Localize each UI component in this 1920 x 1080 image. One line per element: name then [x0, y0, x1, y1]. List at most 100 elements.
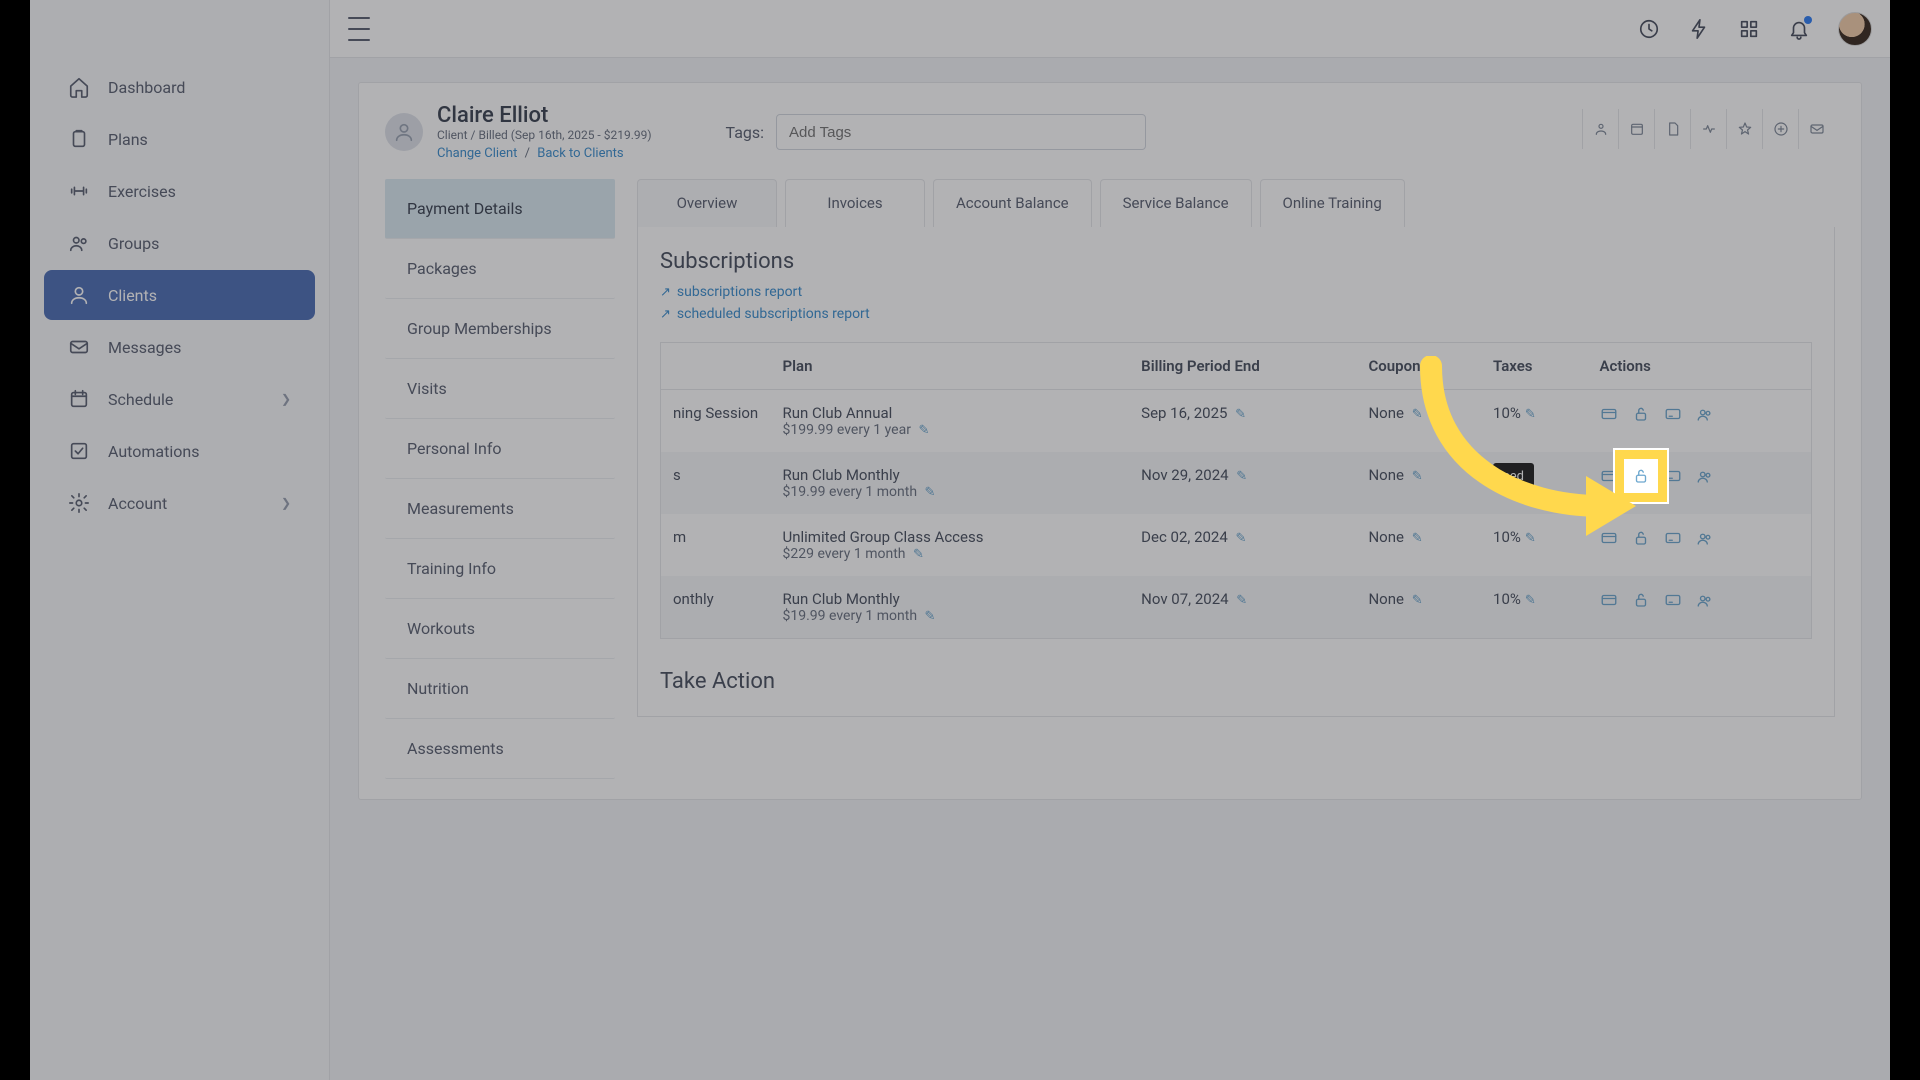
heart-action-icon[interactable] [1691, 109, 1727, 149]
sidebar-item-account[interactable]: Account ❯ [44, 478, 315, 528]
edit-bpe-icon[interactable]: ✎ [1235, 407, 1246, 422]
plan-price: $199.99 every 1 year [783, 422, 911, 438]
calendar-icon [68, 388, 90, 410]
tab-packages[interactable]: Packages [385, 239, 615, 299]
edit-tax-icon[interactable]: ✎ [1525, 531, 1536, 546]
unlock-icon[interactable] [1631, 466, 1651, 486]
table-row: ning Session Run Club Annual $199.99 eve… [661, 389, 1812, 452]
sidebar-item-label: Exercises [108, 182, 176, 201]
edit-tax-icon[interactable]: ✎ [1525, 407, 1536, 422]
sidebar-item-exercises[interactable]: Exercises [44, 166, 315, 216]
scheduled-subscriptions-report-link[interactable]: scheduled subscriptions report [677, 306, 870, 322]
subtab-invoices[interactable]: Invoices [785, 179, 925, 227]
edit-coupon-icon[interactable]: ✎ [1412, 407, 1423, 422]
sidebar-item-plans[interactable]: Plans [44, 114, 315, 164]
bell-icon[interactable] [1788, 18, 1810, 40]
document-action-icon[interactable] [1655, 109, 1691, 149]
subtab-overview[interactable]: Overview [637, 179, 777, 227]
tab-workouts[interactable]: Workouts [385, 599, 615, 659]
credit-card-icon[interactable] [1599, 466, 1619, 486]
tab-assessments[interactable]: Assessments [385, 719, 615, 779]
mail-action-icon[interactable] [1799, 109, 1835, 149]
tab-personal-info[interactable]: Personal Info [385, 419, 615, 479]
edit-plan-icon[interactable]: ✎ [925, 485, 936, 500]
edit-coupon-icon[interactable]: ✎ [1412, 531, 1423, 546]
plus-action-icon[interactable] [1763, 109, 1799, 149]
subtab-service-balance[interactable]: Service Balance [1100, 179, 1252, 227]
plan-name: Run Club Monthly [783, 466, 1118, 484]
client-right-panel: Overview Invoices Account Balance Servic… [637, 179, 1835, 779]
edit-coupon-icon[interactable]: ✎ [1412, 593, 1423, 608]
grid-icon[interactable] [1738, 18, 1760, 40]
table-row: s Run Club Monthly $19.99 every 1 month … [661, 452, 1812, 514]
home-icon [68, 76, 90, 98]
payment-subtabs: Overview Invoices Account Balance Servic… [637, 179, 1835, 227]
tags-input[interactable] [776, 114, 1146, 150]
star-action-icon[interactable] [1727, 109, 1763, 149]
sidebar-item-label: Clients [108, 286, 157, 305]
calendar-action-icon[interactable] [1619, 109, 1655, 149]
group-icon[interactable] [1695, 404, 1715, 424]
tax-value: 10% [1493, 404, 1521, 422]
coupon-value: None [1368, 466, 1404, 484]
tab-training-info[interactable]: Training Info [385, 539, 615, 599]
tab-measurements[interactable]: Measurements [385, 479, 615, 539]
sidebar-item-label: Dashboard [108, 78, 185, 97]
group-icon[interactable] [1695, 528, 1715, 548]
group-icon[interactable] [1695, 590, 1715, 610]
subscriptions-report-link[interactable]: subscriptions report [677, 284, 802, 300]
tax-value: 10% [1493, 528, 1521, 546]
sidebar-item-messages[interactable]: Messages [44, 322, 315, 372]
tab-nutrition[interactable]: Nutrition [385, 659, 615, 719]
client-card: Claire Elliot Client / Billed (Sep 16th,… [358, 82, 1862, 800]
credit-card-icon[interactable] [1599, 404, 1619, 424]
edit-plan-icon[interactable]: ✎ [913, 547, 924, 562]
user-action-icon[interactable] [1583, 109, 1619, 149]
back-to-clients-link[interactable]: Back to Clients [537, 146, 623, 161]
edit-tax-icon[interactable]: ✎ [1525, 593, 1536, 608]
user-avatar[interactable] [1838, 12, 1872, 46]
credit-card-icon[interactable] [1599, 590, 1619, 610]
bolt-icon[interactable] [1688, 18, 1710, 40]
edit-bpe-icon[interactable]: ✎ [1236, 593, 1247, 608]
billing-period-end: Sep 16, 2025 [1141, 404, 1227, 422]
tab-payment-details[interactable]: Payment Details [385, 179, 615, 239]
subtab-online-training[interactable]: Online Training [1260, 179, 1405, 227]
sidebar-item-automations[interactable]: Automations [44, 426, 315, 476]
sidebar-item-dashboard[interactable]: Dashboard [44, 62, 315, 112]
coupon-value: None [1368, 528, 1404, 546]
unlock-icon[interactable] [1631, 528, 1651, 548]
edit-plan-icon[interactable]: ✎ [925, 609, 936, 624]
sidebar-item-schedule[interactable]: Schedule ❯ [44, 374, 315, 424]
subtab-account-balance[interactable]: Account Balance [933, 179, 1092, 227]
menu-toggle-icon[interactable] [348, 17, 372, 41]
edit-coupon-icon[interactable]: ✎ [1412, 469, 1423, 484]
edit-plan-icon[interactable]: ✎ [918, 423, 929, 438]
client-avatar-placeholder [385, 113, 423, 151]
card-icon[interactable] [1663, 528, 1683, 548]
card-icon[interactable] [1663, 466, 1683, 486]
credit-card-icon[interactable] [1599, 528, 1619, 548]
sidebar-item-clients[interactable]: Clients [44, 270, 315, 320]
dumbbell-icon [68, 180, 90, 202]
row-left-fragment: s [661, 452, 771, 514]
group-icon[interactable] [1695, 466, 1715, 486]
clock-icon[interactable] [1638, 18, 1660, 40]
client-links: Change Client / Back to Clients [437, 146, 652, 161]
unlock-icon[interactable] [1631, 590, 1651, 610]
tab-visits[interactable]: Visits [385, 359, 615, 419]
card-icon[interactable] [1663, 404, 1683, 424]
edit-bpe-icon[interactable]: ✎ [1236, 531, 1247, 546]
users-icon [68, 232, 90, 254]
edit-bpe-icon[interactable]: ✎ [1236, 469, 1247, 484]
row-left-fragment: onthly [661, 576, 771, 639]
chevron-right-icon: ❯ [281, 496, 291, 510]
plan-name: Run Club Monthly [783, 590, 1118, 608]
tab-group-memberships[interactable]: Group Memberships [385, 299, 615, 359]
sidebar-item-groups[interactable]: Groups [44, 218, 315, 268]
topbar [330, 0, 1890, 58]
unlock-icon[interactable] [1631, 404, 1651, 424]
change-client-link[interactable]: Change Client [437, 146, 517, 161]
card-icon[interactable] [1663, 590, 1683, 610]
coupon-value: None [1368, 590, 1404, 608]
